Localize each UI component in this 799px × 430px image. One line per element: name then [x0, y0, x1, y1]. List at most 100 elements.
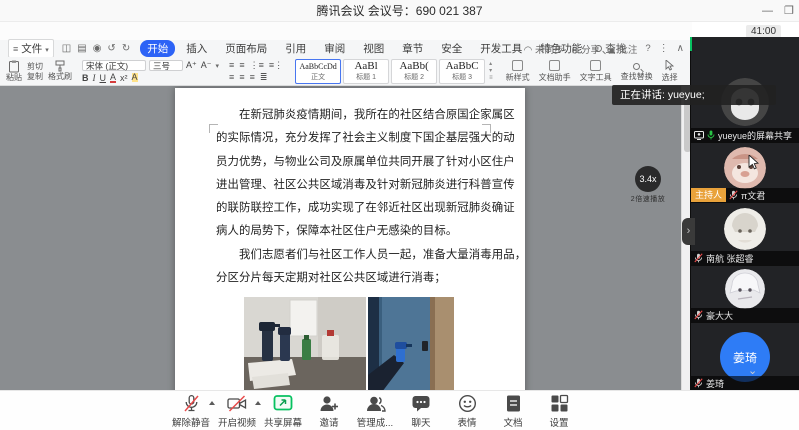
highlight-button[interactable]: A: [132, 73, 138, 82]
participant-tile-4[interactable]: 豪大大: [691, 266, 799, 322]
font-name-select[interactable]: 宋体 (正文): [82, 60, 146, 71]
help-button[interactable]: ?: [645, 43, 650, 54]
invite-button[interactable]: 邀请: [306, 394, 352, 429]
participant-name: yueyue的屏幕共享: [718, 129, 792, 142]
style-heading3[interactable]: AaBbC 标题 3: [439, 59, 485, 84]
tab-security[interactable]: 安全: [434, 40, 469, 57]
sync-status: 未同步: [524, 42, 564, 56]
doc-line: 员力优势，与物业公司及原属单位共同开展了针对小区住户: [216, 151, 516, 174]
chat-button[interactable]: 聊天: [398, 394, 444, 429]
meeting-toolbar: 解除静音 开启视频 共享屏幕 邀请 管理成... 聊天: [0, 390, 799, 430]
manage-members-button[interactable]: 管理成...: [352, 394, 398, 429]
wps-ribbon-controls-row: 粘贴 剪切 复制 格式刷 宋体 (正文) 三号 A⁺ A⁻ B I U A: [0, 57, 692, 86]
tab-page-layout[interactable]: 页面布局: [218, 40, 274, 57]
italic-button[interactable]: I: [93, 73, 96, 83]
shrink-font-icon[interactable]: A⁻: [201, 60, 212, 71]
share-button[interactable]: 分享: [572, 42, 601, 56]
collapse-ribbon-icon[interactable]: [677, 43, 684, 54]
mic-muted-icon: [729, 190, 738, 200]
doc-assistant-button[interactable]: 文档助手: [539, 60, 571, 83]
more-icon[interactable]: [659, 43, 669, 54]
superscript-button[interactable]: x²: [120, 73, 128, 83]
screen-share-active-icon: [273, 394, 293, 413]
more-participants-icon[interactable]: ⌄: [748, 364, 757, 377]
participant-tile-3[interactable]: 南航 张超睿: [691, 203, 799, 265]
new-style-button[interactable]: 新样式: [506, 60, 530, 83]
align-left-icon[interactable]: ≡: [229, 72, 234, 82]
comment-icon: [608, 45, 616, 56]
camera-off-icon: [227, 394, 247, 413]
find-replace-button[interactable]: 查找替换: [621, 61, 653, 82]
bold-button[interactable]: B: [82, 73, 89, 83]
bullet-list-icon[interactable]: ≡: [229, 60, 234, 70]
grow-font-icon[interactable]: A⁺: [186, 60, 197, 71]
copy-button[interactable]: 复制: [27, 72, 43, 81]
style-gallery: AaBbCcDd 正文 AaBl 标题 1 AaBb( 标题 2 AaBbC 标…: [295, 59, 497, 84]
paste-button[interactable]: 粘贴: [6, 60, 22, 83]
emoji-button[interactable]: 表情: [444, 394, 490, 429]
indent-icon[interactable]: ⋮≡: [250, 60, 264, 70]
tab-view[interactable]: 视图: [356, 40, 391, 57]
font-size-select[interactable]: 三号: [149, 60, 183, 71]
style-heading2[interactable]: AaBb( 标题 2: [391, 59, 437, 84]
align-center-icon[interactable]: ≡: [239, 72, 244, 82]
print-icon[interactable]: [77, 43, 86, 54]
share-screen-button[interactable]: 共享屏幕: [260, 394, 306, 429]
text-tool-icon: [590, 60, 601, 71]
restore-button[interactable]: ❐: [784, 4, 794, 18]
start-video-button[interactable]: 开启视频: [214, 394, 260, 429]
avatar: [725, 269, 765, 309]
outdent-icon[interactable]: ≡⋮: [269, 60, 283, 70]
mic-muted-icon: [694, 310, 703, 320]
undo-icon[interactable]: [107, 43, 115, 54]
find-icon: [633, 63, 640, 70]
number-list-icon[interactable]: ≡: [239, 60, 244, 70]
tab-review[interactable]: 审阅: [317, 40, 352, 57]
doc-line: 的联防联控工作，成功实现了在邻近社区出现新冠肺炎确证: [216, 197, 516, 220]
tab-insert[interactable]: 插入: [179, 40, 214, 57]
participant-tile-host[interactable]: 主持人 π文君: [691, 143, 799, 202]
tab-home[interactable]: 开始: [140, 40, 175, 57]
gallery-up-icon: ▴: [489, 61, 493, 67]
select-button[interactable]: 选择: [662, 60, 678, 83]
ribbon-right-controls: 未同步 分享 批注 ?: [524, 40, 684, 57]
wps-top-strip: [0, 22, 692, 40]
wps-ribbon-tabs-row: 文件 开始 插入 页面布局 引用 审阅 视图 章节 安全 开发工具 特色功能 查…: [0, 40, 692, 57]
cut-button[interactable]: 剪切: [27, 62, 43, 71]
format-painter-button[interactable]: 格式刷: [48, 60, 72, 82]
chat-bubble-icon: [411, 394, 431, 413]
underline-button[interactable]: U: [100, 73, 107, 83]
print-preview-icon[interactable]: [93, 43, 102, 54]
tab-dev-tools[interactable]: 开发工具: [473, 40, 529, 57]
tab-references[interactable]: 引用: [278, 40, 313, 57]
participant-name: 豪大大: [706, 309, 733, 322]
participant-tile-5[interactable]: 姜琦 姜琦: [691, 323, 799, 390]
unmute-button[interactable]: 解除静音: [168, 394, 214, 429]
docs-button[interactable]: 文档: [490, 394, 536, 429]
cloud-icon: [524, 45, 533, 56]
document-page[interactable]: 在新冠肺炎疫情期间，我所在的社区结合原国企家属区 的实际情况，充分发挥了社会主义…: [175, 88, 525, 390]
doc-line: 的实际情况，充分发挥了社会主义制度下国企基层强大的动: [216, 127, 516, 150]
justify-icon[interactable]: ≣: [260, 72, 268, 82]
document-icon: [505, 394, 522, 413]
mic-muted-icon: [694, 253, 703, 263]
text-tool-button[interactable]: 文字工具: [580, 60, 612, 83]
host-badge: 主持人: [691, 188, 726, 202]
comment-button[interactable]: 批注: [608, 42, 637, 56]
style-gallery-nav[interactable]: ▴ ▾ ≡: [489, 59, 493, 84]
file-menu[interactable]: 文件: [8, 39, 54, 58]
redo-icon[interactable]: [122, 43, 130, 54]
style-normal[interactable]: AaBbCcDd 正文: [295, 59, 341, 84]
minimize-button[interactable]: —: [762, 4, 773, 18]
font-color-button[interactable]: A: [110, 73, 116, 83]
save-icon[interactable]: [62, 43, 71, 54]
panel-collapse-handle[interactable]: ›: [682, 218, 695, 245]
titlebar: 腾讯会议 会议号：690 021 387: [0, 0, 799, 22]
settings-button[interactable]: 设置: [536, 394, 582, 429]
chevron-down-icon: [45, 43, 49, 55]
align-right-icon[interactable]: ≡: [250, 72, 255, 82]
mic-muted-icon: [694, 378, 703, 388]
tab-sections[interactable]: 章节: [395, 40, 430, 57]
new-style-icon: [512, 60, 523, 71]
style-heading1[interactable]: AaBl 标题 1: [343, 59, 389, 84]
